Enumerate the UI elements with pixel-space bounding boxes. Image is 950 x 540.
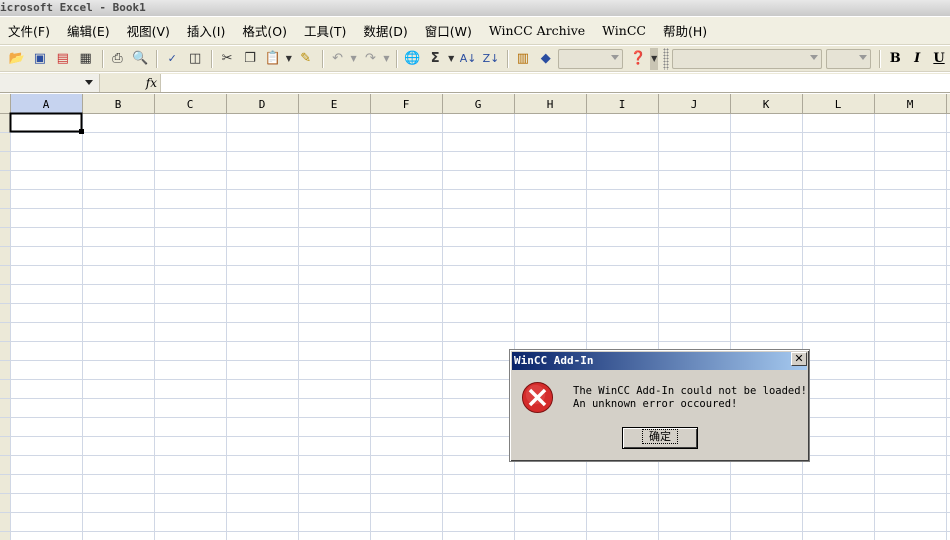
close-icon[interactable]: ✕	[791, 352, 807, 366]
chevron-down-icon	[859, 54, 868, 60]
active-cell[interactable]	[9, 112, 83, 133]
ok-button[interactable]: 确定	[622, 427, 698, 449]
chevron-down-icon[interactable]: ▼	[350, 54, 358, 63]
print-preview-icon[interactable]: ▦	[75, 48, 97, 70]
bold-button[interactable]: B	[884, 51, 906, 66]
research-icon[interactable]: 🔍	[129, 48, 151, 70]
autosum-glyph: Σ	[430, 51, 440, 66]
toolbar-separator	[211, 49, 213, 68]
dialog-title: WinCC Add-In	[512, 352, 807, 370]
column-header-l[interactable]: L	[835, 98, 842, 111]
menu-item-4[interactable]: 格式(O)	[242, 21, 296, 40]
chevron-down-icon[interactable]: ▼	[285, 54, 293, 63]
fill-handle[interactable]	[79, 129, 84, 134]
row-header-bar	[0, 94, 10, 540]
menu-item-7[interactable]: 窗口(W)	[425, 21, 481, 40]
toolbar-grip[interactable]	[663, 47, 670, 70]
format-painter-icon[interactable]: ✎	[295, 48, 317, 70]
sort-ascending-icon[interactable]: A↓	[457, 48, 479, 70]
menu-item-6[interactable]: 数据(D)	[363, 21, 416, 40]
permission-icon[interactable]: ▤	[52, 48, 74, 70]
menu-item-1[interactable]: 编辑(E)	[67, 21, 119, 40]
worksheet-grid[interactable]: A B C D E F G H I J K L M	[0, 94, 950, 540]
menu-bar: 文件(F) 编辑(E) 视图(V) 插入(I) 格式(O) 工具(T) 数据(D) 窗口(W)…	[0, 17, 950, 45]
dialog-message: The WinCC Add-In could not be loaded! An …	[573, 385, 807, 410]
column-header-e[interactable]: E	[331, 98, 338, 111]
toolbar-separator	[156, 49, 158, 68]
column-header-j[interactable]: J	[691, 98, 698, 111]
underline-button[interactable]: U	[928, 51, 950, 66]
menu-item-10[interactable]: 帮助(H)	[663, 21, 716, 40]
print-icon[interactable]: ⎙	[107, 48, 129, 70]
italic-button[interactable]: I	[906, 51, 928, 66]
paste-icon[interactable]: 📋	[262, 48, 284, 70]
insert-function-icon[interactable]: fx	[100, 74, 160, 92]
zoom-combo[interactable]	[557, 48, 624, 69]
toolbar-separator	[396, 49, 398, 68]
window-title: icrosoft Excel - Book1	[0, 0, 950, 16]
toolbar-separator	[321, 49, 323, 68]
cut-icon[interactable]: ✂	[216, 48, 238, 70]
error-icon	[521, 381, 554, 414]
drawing-icon[interactable]: ◆	[535, 48, 557, 70]
column-header-h[interactable]: H	[547, 98, 554, 111]
toolbar-separator	[101, 49, 103, 68]
chevron-down-icon[interactable]: ▼	[382, 54, 390, 63]
toolbar-options-icon[interactable]: ▼	[650, 47, 659, 70]
standard-toolbar: 📂 ▣ ▤ ▦ ⎙ 🔍 ✓ ◫ ✂ ❐ 📋 ▼ ✎ ↶ ▼ ↷ ▼ 🌐 Σ ▼ …	[0, 46, 950, 72]
menu-item-9[interactable]: WinCC	[602, 23, 655, 38]
column-header-m[interactable]: M	[907, 98, 914, 111]
sheet-svg[interactable]: A B C D E F G H I J K L M	[0, 94, 950, 540]
autosum-icon[interactable]: Σ	[424, 48, 446, 70]
menu-item-8[interactable]: WinCC Archive	[489, 23, 594, 38]
font-size-combo[interactable]	[826, 48, 872, 69]
chart-wizard-icon[interactable]: ▥	[512, 48, 534, 70]
copy-icon[interactable]: ❐	[239, 48, 261, 70]
find-icon[interactable]: ◫	[184, 48, 206, 70]
column-header-b[interactable]: B	[115, 98, 122, 111]
ok-button-label: 确定	[642, 429, 678, 444]
chevron-down-icon[interactable]	[85, 79, 93, 85]
formula-bar: fx	[0, 73, 950, 93]
column-header-g[interactable]: G	[475, 98, 482, 111]
column-header-d[interactable]: D	[259, 98, 266, 111]
menu-item-3[interactable]: 插入(I)	[187, 21, 234, 40]
help-icon[interactable]: ❓	[627, 48, 649, 70]
menu-item-5[interactable]: 工具(T)	[304, 21, 355, 40]
column-header-c[interactable]: C	[187, 98, 194, 111]
menu-item-2[interactable]: 视图(V)	[127, 21, 179, 40]
sort-descending-icon[interactable]: Z↓	[480, 48, 502, 70]
toolbar-separator	[506, 49, 508, 68]
column-header-f[interactable]: F	[403, 98, 410, 111]
hyperlink-icon[interactable]: 🌐	[401, 48, 423, 70]
toolbar-separator	[879, 49, 881, 68]
save-icon[interactable]: ▣	[29, 48, 51, 70]
undo-icon[interactable]: ↶	[327, 48, 349, 70]
chevron-down-icon	[810, 54, 819, 60]
column-header-k[interactable]: K	[763, 98, 770, 111]
dialog-message-line-1: The WinCC Add-In could not be loaded!	[573, 385, 807, 397]
spellcheck-icon[interactable]: ✓	[161, 48, 183, 70]
chevron-down-icon	[611, 54, 620, 60]
open-icon[interactable]: 📂	[6, 48, 28, 70]
chevron-down-icon[interactable]: ▼	[447, 54, 455, 63]
menu-item-0[interactable]: 文件(F)	[8, 21, 59, 40]
name-box[interactable]	[0, 73, 100, 92]
formula-input[interactable]	[160, 73, 950, 92]
dialog-message-line-2: An unknown error occoured!	[573, 397, 738, 410]
redo-icon[interactable]: ↷	[360, 48, 382, 70]
column-header-i[interactable]: I	[619, 98, 626, 111]
column-header-a[interactable]: A	[43, 98, 50, 111]
font-name-combo[interactable]	[672, 48, 823, 69]
error-dialog: WinCC Add-In ✕ The WinCC Add-In could no…	[509, 349, 810, 462]
